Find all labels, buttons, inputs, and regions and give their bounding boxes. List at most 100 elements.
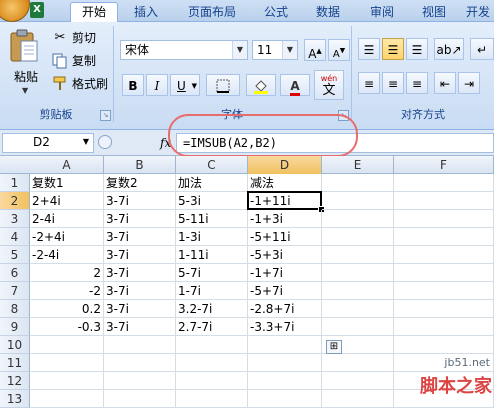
- cell-f3[interactable]: [394, 210, 494, 228]
- cell-c5[interactable]: 1-11i: [176, 246, 248, 264]
- cell-f7[interactable]: [394, 282, 494, 300]
- tab-insert[interactable]: 插入: [124, 3, 168, 22]
- row-header[interactable]: 10: [0, 336, 30, 354]
- shrink-font-button[interactable]: A▼: [328, 39, 350, 61]
- row-header[interactable]: 2: [0, 192, 30, 210]
- cell-b8[interactable]: 3-7i: [104, 300, 176, 318]
- font-color-button[interactable]: A: [280, 74, 310, 96]
- wrap-text-button[interactable]: ↵: [470, 38, 494, 60]
- cut-button[interactable]: ✂ 剪切: [50, 28, 96, 48]
- grow-font-button[interactable]: A▲: [304, 39, 326, 61]
- cell-b11[interactable]: [104, 354, 176, 372]
- cell-d12[interactable]: [248, 372, 322, 390]
- cell-d11[interactable]: [248, 354, 322, 372]
- align-middle-button[interactable]: ☰: [382, 38, 404, 60]
- row-header[interactable]: 13: [0, 390, 30, 408]
- cell-c4[interactable]: 1-3i: [176, 228, 248, 246]
- cell-f4[interactable]: [394, 228, 494, 246]
- cell-b1[interactable]: 复数2: [104, 174, 176, 192]
- cell-a3[interactable]: 2-4i: [30, 210, 104, 228]
- cell-e3[interactable]: [322, 210, 394, 228]
- cell-f5[interactable]: [394, 246, 494, 264]
- font-name-select[interactable]: 宋体 ▼: [120, 40, 248, 60]
- row-header[interactable]: 11: [0, 354, 30, 372]
- row-header[interactable]: 4: [0, 228, 30, 246]
- cell-a13[interactable]: [30, 390, 104, 408]
- cell-b7[interactable]: 3-7i: [104, 282, 176, 300]
- cell-a7[interactable]: -2: [30, 282, 104, 300]
- cell-e12[interactable]: [322, 372, 394, 390]
- paste-options-icon[interactable]: ⊞: [326, 340, 342, 354]
- row-header[interactable]: 8: [0, 300, 30, 318]
- cell-e9[interactable]: [322, 318, 394, 336]
- cell-a4[interactable]: -2+4i: [30, 228, 104, 246]
- increase-indent-button[interactable]: ⇥: [458, 72, 480, 94]
- cell-c12[interactable]: [176, 372, 248, 390]
- tab-view[interactable]: 视图: [412, 3, 456, 22]
- cell-f10[interactable]: [394, 336, 494, 354]
- cell-c6[interactable]: 5-7i: [176, 264, 248, 282]
- cell-e8[interactable]: [322, 300, 394, 318]
- tab-page-layout[interactable]: 页面布局: [178, 3, 246, 22]
- cell-d10[interactable]: [248, 336, 322, 354]
- tab-data[interactable]: 数据: [306, 3, 350, 22]
- font-size-select[interactable]: 11 ▼: [252, 40, 298, 60]
- cell-d6[interactable]: -1+7i: [248, 264, 322, 282]
- tab-developer[interactable]: 开发: [462, 3, 494, 22]
- cell-a11[interactable]: [30, 354, 104, 372]
- row-header[interactable]: 3: [0, 210, 30, 228]
- cell-b2[interactable]: 3-7i: [104, 192, 176, 210]
- cell-f9[interactable]: [394, 318, 494, 336]
- cell-e6[interactable]: [322, 264, 394, 282]
- cell-b12[interactable]: [104, 372, 176, 390]
- phonetic-button[interactable]: wén 文: [314, 70, 344, 100]
- column-header-d[interactable]: D: [248, 156, 322, 174]
- column-header-b[interactable]: B: [104, 156, 176, 174]
- borders-button[interactable]: [206, 74, 240, 96]
- cell-c2[interactable]: 5-3i: [176, 192, 248, 210]
- cell-c10[interactable]: [176, 336, 248, 354]
- cell-b9[interactable]: 3-7i: [104, 318, 176, 336]
- cell-a8[interactable]: 0.2: [30, 300, 104, 318]
- fill-color-button[interactable]: [246, 74, 276, 96]
- cell-e7[interactable]: [322, 282, 394, 300]
- cell-d3[interactable]: -1+3i: [248, 210, 322, 228]
- copy-button[interactable]: 复制: [50, 51, 96, 71]
- cell-f2[interactable]: [394, 192, 494, 210]
- cell-e4[interactable]: [322, 228, 394, 246]
- cell-d4[interactable]: -5+11i: [248, 228, 322, 246]
- format-painter-button[interactable]: 格式刷: [50, 74, 108, 94]
- column-header-f[interactable]: F: [394, 156, 494, 174]
- cell-a9[interactable]: -0.3: [30, 318, 104, 336]
- column-header-c[interactable]: C: [176, 156, 248, 174]
- tab-home[interactable]: 开始: [70, 2, 118, 24]
- row-header[interactable]: 1: [0, 174, 30, 192]
- cell-c11[interactable]: [176, 354, 248, 372]
- align-right-button[interactable]: ≡: [406, 72, 428, 94]
- row-header[interactable]: 9: [0, 318, 30, 336]
- cell-a5[interactable]: -2-4i: [30, 246, 104, 264]
- align-center-button[interactable]: ≡: [382, 72, 404, 94]
- tab-formulas[interactable]: 公式: [254, 3, 298, 22]
- decrease-indent-button[interactable]: ⇤: [434, 72, 456, 94]
- cell-d13[interactable]: [248, 390, 322, 408]
- orientation-button[interactable]: ab↗: [434, 38, 464, 60]
- row-header[interactable]: 5: [0, 246, 30, 264]
- paste-button[interactable]: 粘贴 ▼: [8, 28, 44, 98]
- cell-e11[interactable]: [322, 354, 394, 372]
- cell-a1[interactable]: 复数1: [30, 174, 104, 192]
- cell-c1[interactable]: 加法: [176, 174, 248, 192]
- cell-a6[interactable]: 2: [30, 264, 104, 282]
- cell-f1[interactable]: [394, 174, 494, 192]
- row-header[interactable]: 6: [0, 264, 30, 282]
- cell-e5[interactable]: [322, 246, 394, 264]
- cell-c13[interactable]: [176, 390, 248, 408]
- cell-e13[interactable]: [322, 390, 394, 408]
- cell-c9[interactable]: 2.7-7i: [176, 318, 248, 336]
- cell-d1[interactable]: 减法: [248, 174, 322, 192]
- cell-e1[interactable]: [322, 174, 394, 192]
- cell-c7[interactable]: 1-7i: [176, 282, 248, 300]
- cell-d7[interactable]: -5+7i: [248, 282, 322, 300]
- row-header[interactable]: 7: [0, 282, 30, 300]
- name-box[interactable]: D2 ▼: [2, 133, 94, 153]
